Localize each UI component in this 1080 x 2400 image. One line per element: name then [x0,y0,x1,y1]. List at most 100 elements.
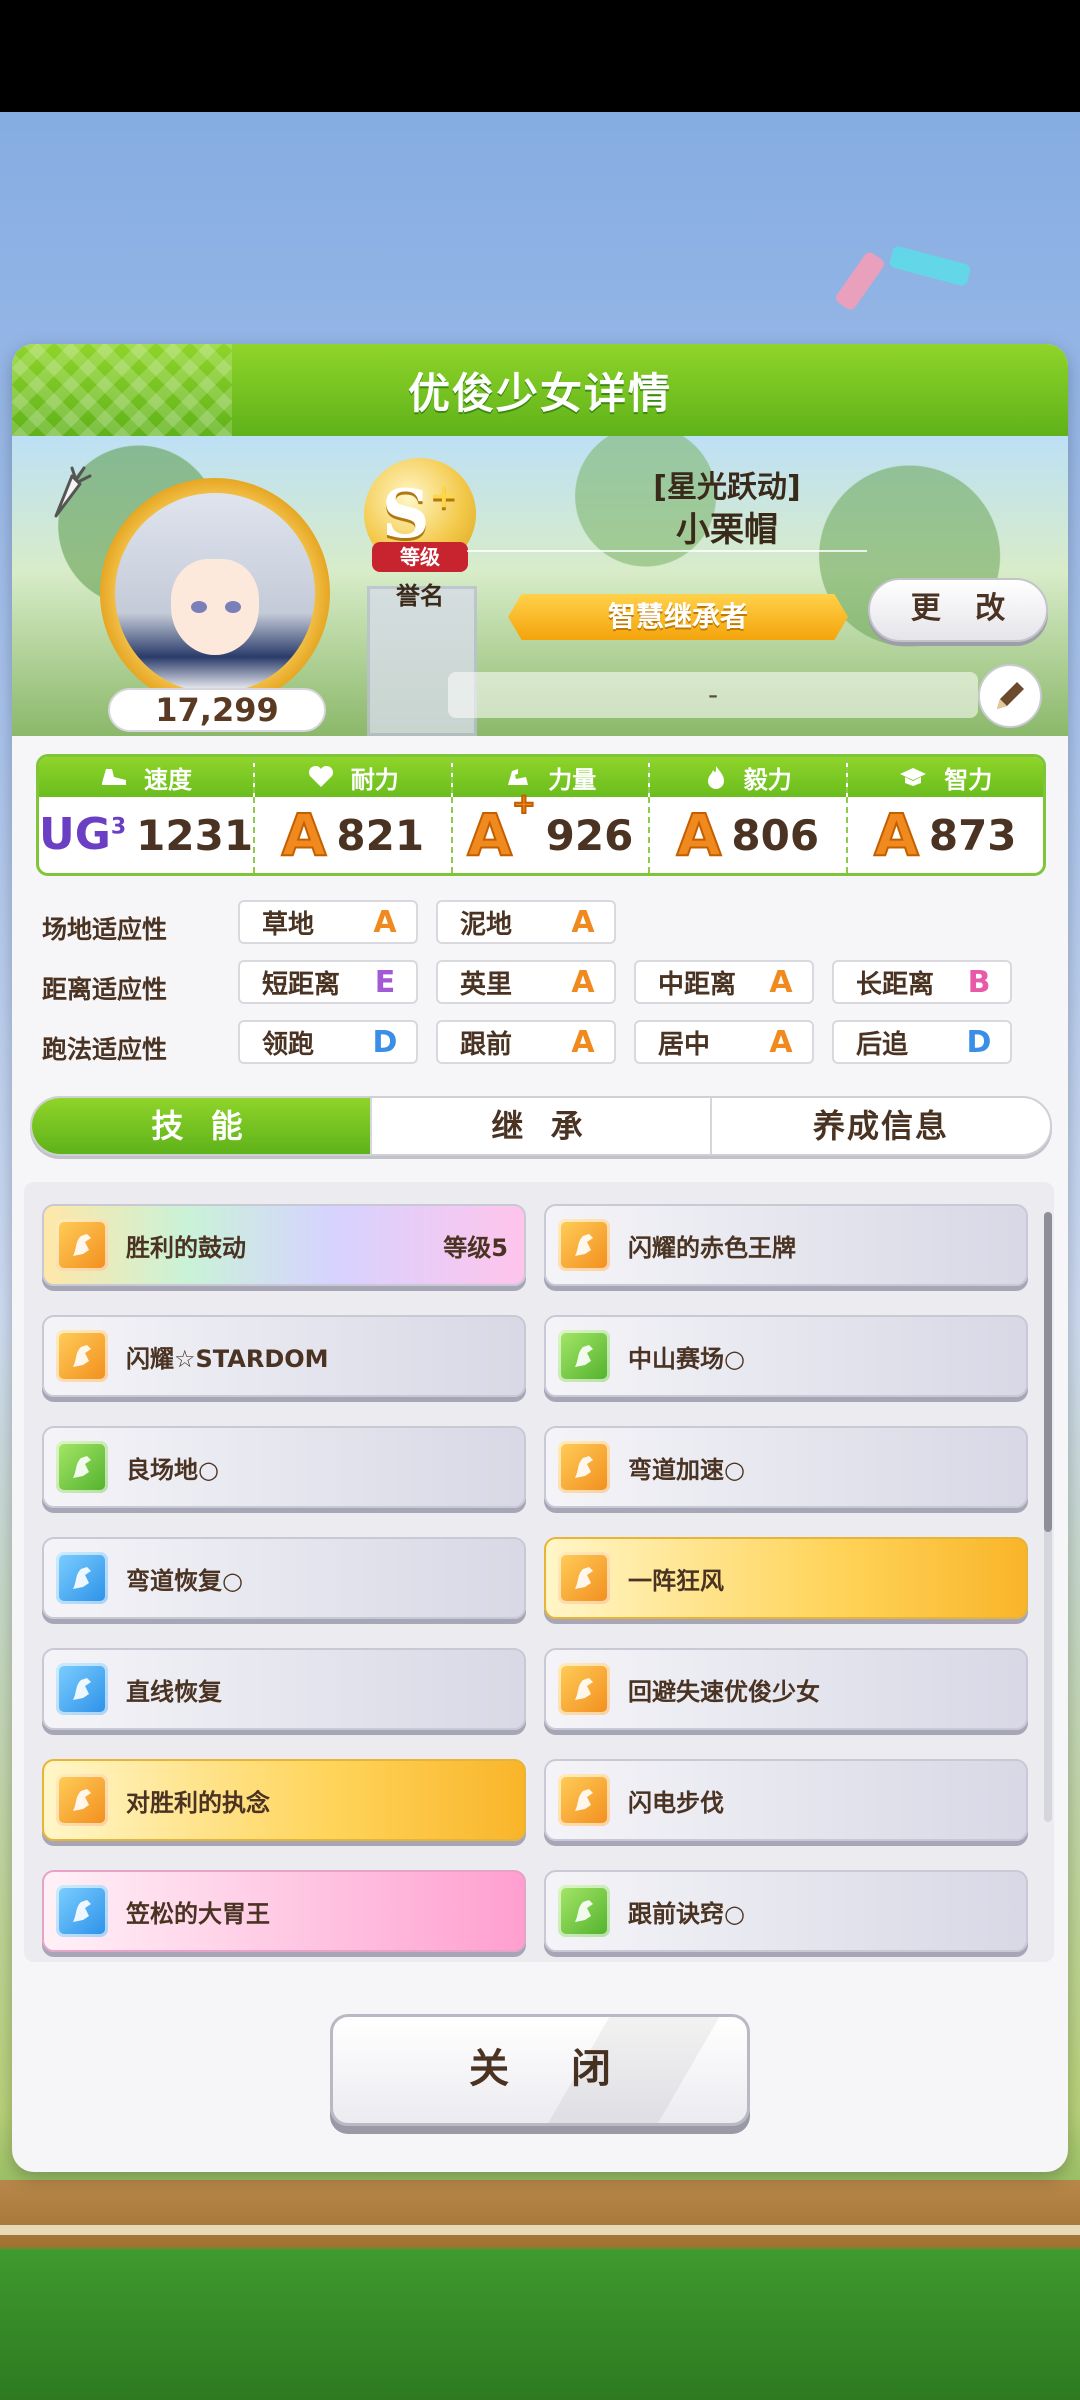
skill-level: 等级5 [443,1233,508,1262]
stat-header: 力量 [452,757,649,797]
aptitude-name: 居中 [658,1029,711,1060]
uma-detail-panel: 优俊少女详情 17,299 S + 等级 誉名 [星光跃动] 小栗帽 智慧继承者 … [12,344,1068,2172]
name-divider [467,550,867,552]
stat-body: UG3 1231 [39,797,253,873]
aptitude-grade: A [373,904,397,940]
skill-orange-icon [56,1330,108,1382]
skill-card[interactable]: 中山赛场○ [544,1315,1028,1397]
skill-name: 笠松的大胃王 [126,1899,270,1928]
aptitude-grade: D [372,1024,398,1060]
skill-name: 对胜利的执念 [126,1788,270,1817]
skill-orange-icon [56,1219,108,1271]
skill-card[interactable]: 一阵狂风 [544,1537,1028,1619]
skill-card[interactable]: 弯道恢复○ [42,1537,526,1619]
skill-card[interactable]: 胜利的鼓动 等级5 [42,1204,526,1286]
skill-green-icon [558,1885,610,1937]
skill-name: 弯道加速○ [628,1455,745,1484]
rank-plus: + [429,476,459,516]
skill-orange-icon [558,1663,610,1715]
aptitude-cell: 泥地 A [436,900,616,944]
aptitude-cell: 居中 A [634,1020,814,1064]
aptitude-name: 草地 [262,909,315,940]
stat-header: 毅力 [650,757,846,797]
stat-label: 毅力 [743,765,792,794]
stat-header: 智力 [847,757,1043,797]
aptitude-name: 长距离 [856,969,935,1000]
skill-card[interactable]: 闪耀☆STARDOM [42,1315,526,1397]
skill-name: 闪耀的赤色王牌 [628,1233,796,1262]
aptitude-name: 短距离 [262,969,341,1000]
skill-orange-icon [558,1774,610,1826]
memo-field: - [448,672,978,718]
pencil-icon [997,682,1024,709]
stat-label: 耐力 [350,765,399,794]
grade-letter: A [675,801,722,869]
skill-name: 一阵狂风 [628,1566,724,1595]
aptitude-name: 英里 [460,969,513,1000]
skill-card[interactable]: 回避失速优俊少女 [544,1648,1028,1730]
aptitude-track-label: 场地适应性 [42,915,168,944]
stat-power: 力量 A+ 926 [452,757,651,873]
carrot-icon[interactable] [42,464,92,524]
panel-header: 优俊少女详情 [12,344,1068,436]
skill-card[interactable]: 笠松的大胃王 [42,1870,526,1952]
skill-card[interactable]: 对胜利的执念 [42,1759,526,1841]
aptitude-name: 泥地 [460,909,513,940]
skill-name: 中山赛场○ [628,1344,745,1373]
stat-body: A 873 [848,797,1043,873]
scrollbar-thumb[interactable] [1044,1212,1052,1532]
avatar-frame[interactable] [100,478,330,708]
skill-card[interactable]: 弯道加速○ [544,1426,1028,1508]
skill-green-icon [56,1441,108,1493]
skill-blue-icon [56,1663,108,1715]
panel-title: 优俊少女详情 [407,368,672,418]
skill-card[interactable]: 闪电步伐 [544,1759,1028,1841]
stat-grade: A [873,805,920,865]
aptitude-name: 中距离 [658,969,737,1000]
profile-card: 17,299 S + 等级 誉名 [星光跃动] 小栗帽 智慧继承者 更 改 - [12,436,1068,736]
stat-value: 1231 [136,810,254,860]
shoe-icon [102,769,127,785]
epithet-banner[interactable]: 智慧继承者 [508,594,848,640]
stat-wisdom: 智力 A 873 [847,757,1043,873]
rank-ribbon: 等级 [372,542,468,572]
avatar [115,493,315,693]
aptitude-grade: E [374,964,396,1000]
tab-skills[interactable]: 技 能 [32,1098,372,1154]
skill-name: 回避失速优俊少女 [628,1677,820,1706]
stat-value: 873 [928,810,1017,860]
aptitude-name: 后追 [856,1029,909,1060]
skill-name: 闪耀☆STARDOM [126,1344,329,1373]
stat-value: 926 [545,810,634,860]
change-epithet-button[interactable]: 更 改 [868,578,1048,642]
stat-body: A 821 [255,797,450,873]
stat-body: A 806 [650,797,845,873]
rank-caption: 誉名 [396,582,444,610]
skill-name: 闪电步伐 [628,1788,724,1817]
skill-name: 直线恢复 [126,1677,222,1706]
stat-guts: 毅力 A 806 [650,757,848,873]
skill-card[interactable]: 良场地○ [42,1426,526,1508]
skill-card[interactable]: 跟前诀窍○ [544,1870,1028,1952]
background-fence [0,2225,1080,2235]
avatar-eye [225,601,241,613]
aptitude-cell: 短距离 E [238,960,418,1004]
stat-header: 速度 [39,757,254,797]
close-button[interactable]: 关 闭 [330,2014,750,2126]
confetti-decoration [888,245,972,287]
edit-memo-button[interactable] [978,664,1042,728]
tab-inheritance[interactable]: 继 承 [372,1098,712,1154]
heart-icon [308,765,333,787]
skill-card[interactable]: 直线恢复 [42,1648,526,1730]
skill-blue-icon [56,1552,108,1604]
skills-scrollbar[interactable] [1044,1212,1052,1822]
skill-card[interactable]: 闪耀的赤色王牌 [544,1204,1028,1286]
aptitude-grade: D [966,1024,992,1060]
stat-grade: UG3 [39,813,126,857]
skill-orange-icon [558,1219,610,1271]
skills-list[interactable]: 胜利的鼓动 等级5 闪耀的赤色王牌闪耀☆STARDOM 中山赛场○ 良场地○ 弯道加速○ 弯… [24,1182,1054,1962]
system-status-bar [0,0,1080,112]
tab-training-info[interactable]: 养成信息 [712,1098,1050,1154]
fan-count: 17,299 [108,688,326,732]
graduation-cap-icon [900,768,927,786]
